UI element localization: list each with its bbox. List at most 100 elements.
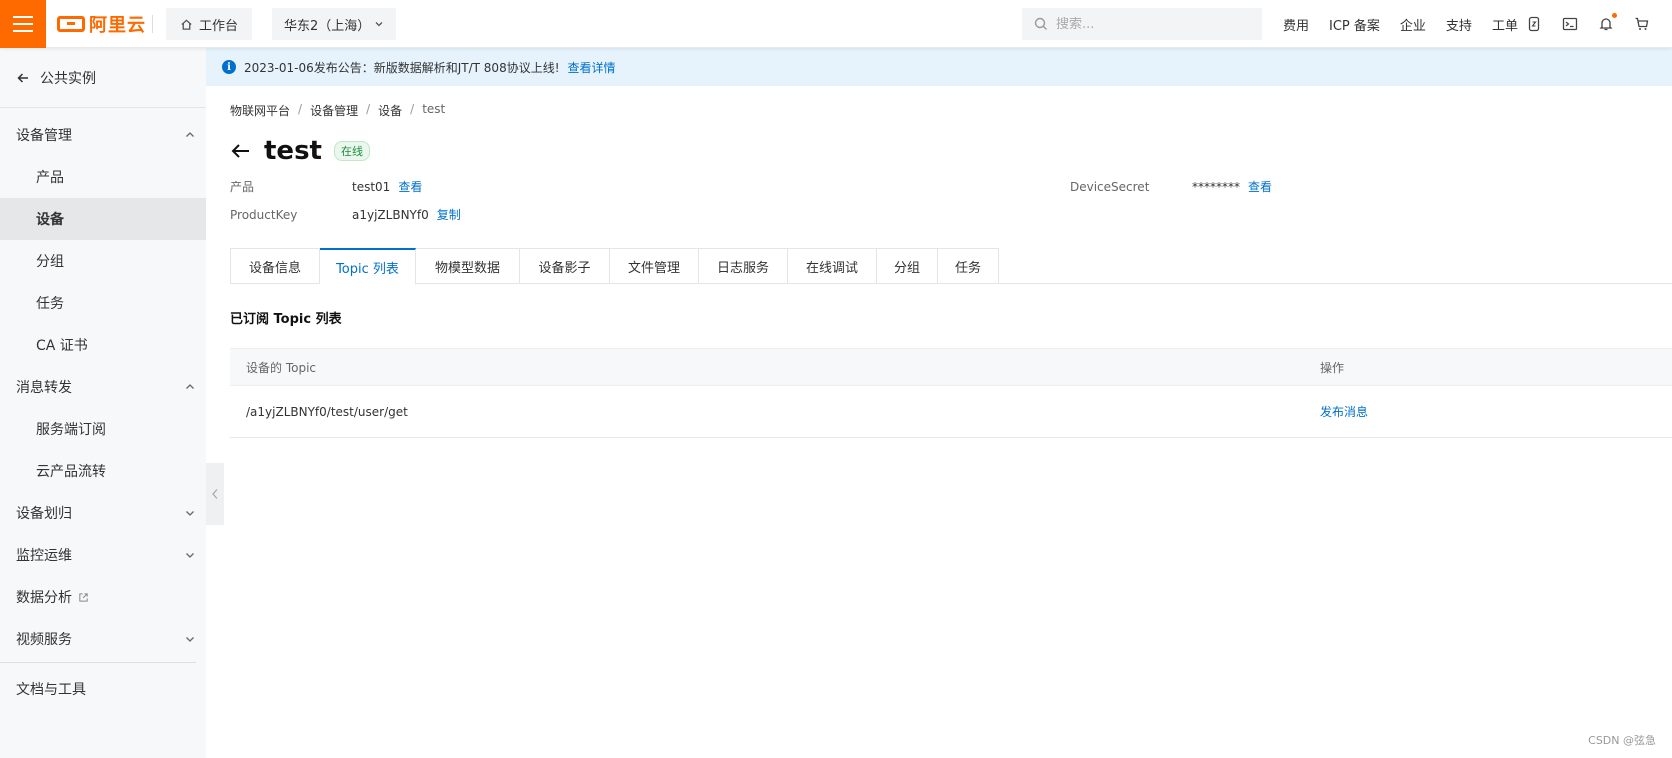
sidebar-docs-tools[interactable]: 文档与工具 <box>0 665 206 713</box>
top-bar: 阿里云 工作台 华东2（上海） 费用 ICP 备案 企业 支持 工单 <box>0 0 1672 48</box>
sidebar-item-server-subscription[interactable]: 服务端订阅 <box>0 408 206 450</box>
sidebar-group-video[interactable]: 视频服务 <box>0 618 206 660</box>
watermark: CSDN @弦急 <box>1588 734 1656 747</box>
sidebar-item-task[interactable]: 任务 <box>0 282 206 324</box>
table-row: /a1yjZLBNYf0/test/user/get 发布消息 <box>230 386 1672 438</box>
product-view-link[interactable]: 查看 <box>398 178 422 195</box>
top-icons <box>1525 0 1651 48</box>
chevron-down-icon <box>375 22 383 27</box>
region-selector[interactable]: 华东2（上海） <box>272 8 396 40</box>
external-link-icon <box>79 592 88 602</box>
chevron-up-icon <box>186 132 194 137</box>
breadcrumb-sep: / <box>298 102 303 116</box>
status-badge: 在线 <box>333 141 370 161</box>
aliyun-logo[interactable]: 阿里云 <box>57 12 146 36</box>
breadcrumb-device[interactable]: 设备 <box>378 102 402 119</box>
back-arrow-icon[interactable] <box>230 140 252 162</box>
page-title: test <box>264 136 322 166</box>
tab-topic-list[interactable]: Topic 列表 <box>320 248 416 285</box>
announcement-text: 2023-01-06发布公告：新版数据解析和JT/T 808协议上线! <box>244 60 560 75</box>
region-label: 华东2（上海） <box>284 18 371 34</box>
sidebar-group-label: 视频服务 <box>16 632 72 648</box>
sidebar-group-label: 监控运维 <box>16 548 72 564</box>
announcement-link[interactable]: 查看详情 <box>568 59 616 76</box>
link-support[interactable]: 支持 <box>1446 15 1472 34</box>
tab-group[interactable]: 分组 <box>877 248 938 284</box>
secret-view-link[interactable]: 查看 <box>1248 178 1272 195</box>
productkey-value: a1yjZLBNYf0 <box>352 207 429 222</box>
product-label: 产品 <box>230 180 255 194</box>
tab-log-service[interactable]: 日志服务 <box>699 248 788 284</box>
sidebar-item-ca-cert[interactable]: CA 证书 <box>0 324 206 366</box>
productkey-copy-link[interactable]: 复制 <box>437 206 461 223</box>
sidebar: 公共实例 设备管理 产品 设备 分组 任务 CA 证书 消息转发 服务端订阅 云… <box>0 48 206 758</box>
sidebar-item-product[interactable]: 产品 <box>0 156 206 198</box>
arrow-left-icon <box>17 72 28 83</box>
sidebar-group-device-management[interactable]: 设备管理 <box>0 114 206 156</box>
sidebar-group-label: 消息转发 <box>16 380 72 396</box>
sidebar-item-group[interactable]: 分组 <box>0 240 206 282</box>
chevron-up-icon <box>186 384 194 389</box>
sidebar-group-label: 设备划归 <box>16 506 72 522</box>
link-enterprise[interactable]: 企业 <box>1400 15 1426 34</box>
logo-mark-icon <box>57 16 85 32</box>
breadcrumb-current: test <box>422 102 446 116</box>
hamburger-menu-icon[interactable] <box>0 0 46 48</box>
info-icon: i <box>222 60 236 74</box>
tab-device-info[interactable]: 设备信息 <box>230 248 320 284</box>
tab-online-debug[interactable]: 在线调试 <box>788 248 877 284</box>
breadcrumb-iot[interactable]: 物联网平台 <box>230 102 290 119</box>
secret-value: ******** <box>1192 179 1240 194</box>
link-ticket[interactable]: 工单 <box>1492 15 1518 34</box>
publish-message-link[interactable]: 发布消息 <box>1320 403 1368 420</box>
notification-dot <box>1612 13 1617 18</box>
sidebar-item-cloud-flow[interactable]: 云产品流转 <box>0 450 206 492</box>
sidebar-group-data-analysis[interactable]: 数据分析 <box>0 576 206 618</box>
breadcrumb-sep: / <box>366 102 371 116</box>
sidebar-group-message-forwarding[interactable]: 消息转发 <box>0 366 206 408</box>
search-icon <box>1034 17 1047 30</box>
workbench-label: 工作台 <box>199 18 239 34</box>
home-icon <box>181 18 192 30</box>
sidebar-collapse-handle[interactable] <box>206 463 224 525</box>
link-billing[interactable]: 费用 <box>1283 15 1309 34</box>
meta-secret: DeviceSecret ******** 查看 <box>1070 178 1272 195</box>
sidebar-group-monitoring[interactable]: 监控运维 <box>0 534 206 576</box>
header-topic: 设备的 Topic <box>246 360 316 375</box>
tab-file-management[interactable]: 文件管理 <box>610 248 699 284</box>
top-links: 费用 ICP 备案 企业 支持 工单 <box>1283 0 1518 48</box>
sidebar-group-label: 数据分析 <box>16 590 72 606</box>
sidebar-group-device-assign[interactable]: 设备划归 <box>0 492 206 534</box>
search-box[interactable] <box>1022 8 1262 40</box>
workbench-button[interactable]: 工作台 <box>166 8 253 40</box>
secret-label: DeviceSecret <box>1070 179 1150 194</box>
sidebar-item-device[interactable]: 设备 <box>0 198 206 240</box>
tab-thing-model[interactable]: 物模型数据 <box>416 248 520 284</box>
table-header: 设备的 Topic 操作 <box>230 348 1672 386</box>
back-to-instance[interactable]: 公共实例 <box>0 48 206 108</box>
header-action: 操作 <box>1320 360 1345 375</box>
product-value: test01 <box>352 179 391 194</box>
back-label: 公共实例 <box>40 70 96 87</box>
cell-topic: /a1yjZLBNYf0/test/user/get <box>246 404 408 419</box>
announcement-bar: i 2023-01-06发布公告：新版数据解析和JT/T 808协议上线! 查看… <box>206 48 1672 86</box>
bell-icon[interactable] <box>1597 13 1617 33</box>
breadcrumb: 物联网平台 / 设备管理 / 设备 / test <box>230 102 445 119</box>
terminal-icon[interactable] <box>1561 15 1579 33</box>
sidebar-divider <box>0 662 196 663</box>
cart-icon[interactable] <box>1633 15 1651 33</box>
chevron-down-icon <box>186 511 194 516</box>
sidebar-group-label: 设备管理 <box>16 128 72 144</box>
breadcrumb-device-mgmt[interactable]: 设备管理 <box>310 102 358 119</box>
tab-device-shadow[interactable]: 设备影子 <box>520 248 610 284</box>
link-icp[interactable]: ICP 备案 <box>1329 15 1380 34</box>
tab-task[interactable]: 任务 <box>938 248 999 284</box>
search-input[interactable] <box>1056 16 1236 32</box>
productkey-label: ProductKey <box>230 207 298 222</box>
breadcrumb-sep: / <box>410 102 415 116</box>
meta-productkey: ProductKey a1yjZLBNYf0 复制 <box>230 206 461 223</box>
topic-table: 设备的 Topic 操作 /a1yjZLBNYf0/test/user/get … <box>230 348 1672 438</box>
logo-text: 阿里云 <box>89 15 146 36</box>
chevron-down-icon <box>186 637 194 642</box>
mobile-icon[interactable] <box>1525 15 1543 33</box>
